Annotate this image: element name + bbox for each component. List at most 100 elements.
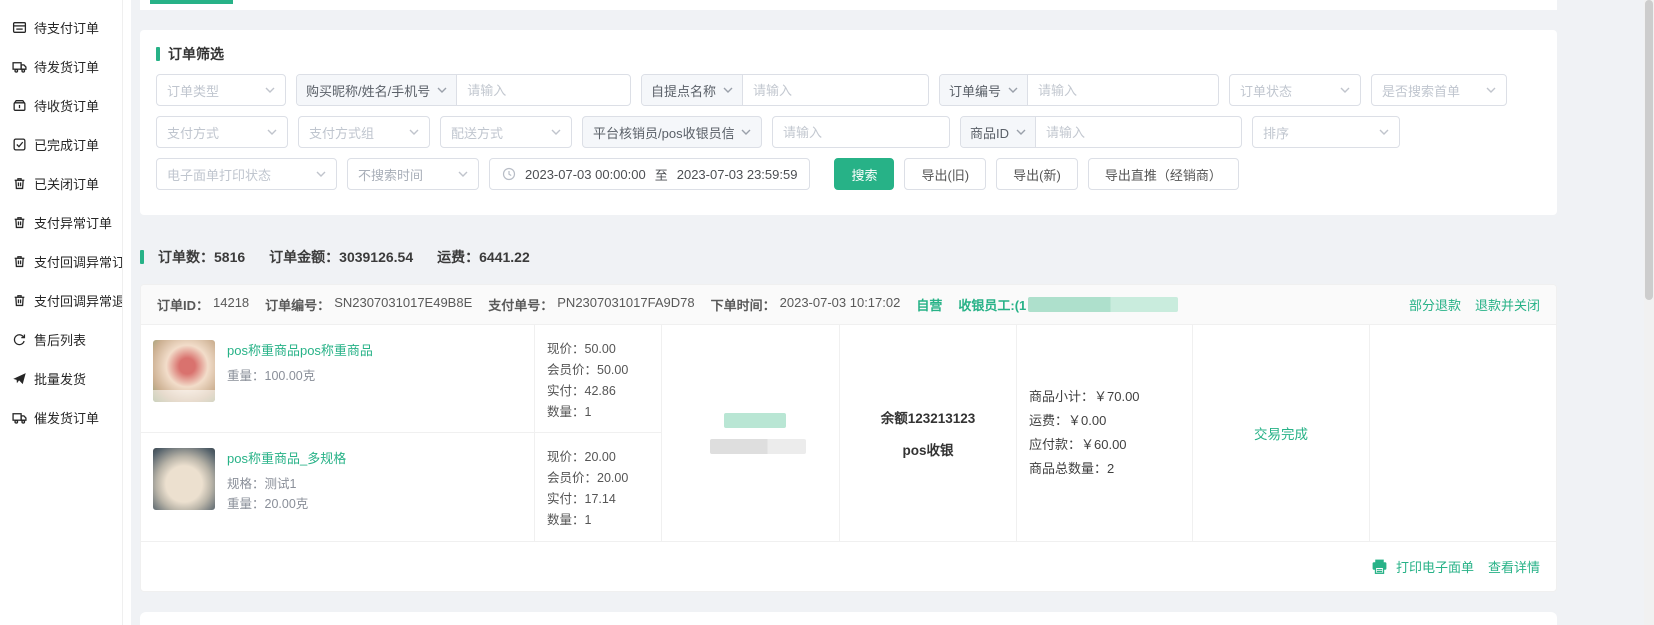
sidebar-item-completed[interactable]: 已完成订单 [0,125,122,164]
order-id: 订单ID： 14218 [157,295,249,314]
pickup-field-select[interactable]: 自提点名称 [642,75,743,105]
price-quantity: 数量：1 [547,510,661,531]
no-search-time-label: 不搜索时间 [358,165,423,184]
chevron-down-icon [437,87,447,93]
pickup-search-input[interactable] [743,75,928,105]
sidebar-item-urge-delivery[interactable]: 催发货订单 [0,398,122,437]
trash-icon [12,176,27,191]
no-search-time-select[interactable]: 不搜索时间 [347,158,479,190]
sidebar-item-label: 已完成订单 [34,135,99,154]
payment-method: 余额123213123 [881,407,976,427]
pay-method-group-select[interactable]: 支付方式组 [298,116,430,148]
product-name-link[interactable]: pos称重商品_多规格 [227,448,346,467]
order-actions-cell [1369,325,1556,541]
order-type-select[interactable]: 订单类型 [156,74,286,106]
refund-and-close-link[interactable]: 退款并关闭 [1475,295,1540,314]
section-accent-bar [140,250,144,264]
export-direct-button[interactable]: 导出直推（经销商） [1088,158,1239,190]
view-detail-link[interactable]: 查看详情 [1488,557,1540,576]
product-image [153,448,215,510]
stat-freight: 运费：6441.22 [437,247,530,267]
order-no-search-input[interactable] [1028,75,1218,105]
self-operated-tag: 自营 [916,295,942,314]
date-start-value: 2023-07-03 00:00:00 [525,167,646,182]
product-spec: 规格：测试1 [227,474,346,494]
filter-row-2: 支付方式 支付方式组 配送方式 平台核销员/pos收银员信 商品ID 排序 [156,116,1541,148]
first-order-select[interactable]: 是否搜索首单 [1371,74,1507,106]
totals-cell: 商品小计：￥70.00 运费：￥0.00 应付款：￥60.00 商品总数量：2 [1016,325,1192,541]
sidebar-item-pending-payment[interactable]: 待支付订单 [0,8,122,47]
buyer-search-input[interactable] [457,75,630,105]
active-tab-indicator [150,0,233,4]
sidebar-item-label: 支付回调异常退款 [34,291,122,310]
chevron-down-icon [551,129,561,135]
eorder-print-status-placeholder: 电子面单打印状态 [167,165,271,184]
date-end-value: 2023-07-03 23:59:59 [677,167,798,182]
pay-method-select[interactable]: 支付方式 [156,116,288,148]
filter-row-3: 电子面单打印状态 不搜索时间 2023-07-03 00:00:00 至 202… [156,158,1541,190]
goods-total-quantity: 商品总数量：2 [1029,457,1192,481]
buyer-field-select[interactable]: 购买昵称/姓名/手机号 [297,75,457,105]
masked-buyer-name [724,413,786,428]
sidebar-scrollbar[interactable] [122,0,131,625]
sidebar-item-callback-abnormal-refund[interactable]: 支付回调异常退款 [0,281,122,320]
sidebar-item-callback-abnormal-order[interactable]: 支付回调异常订单 [0,242,122,281]
trash-icon [12,293,27,308]
printer-icon [1371,558,1388,575]
product-weight: 重量：20.00克 [227,494,346,514]
sidebar-item-payment-abnormal[interactable]: 支付异常订单 [0,203,122,242]
order-header-actions: 部分退款 退款并关闭 [1409,295,1540,314]
order-no-field-select[interactable]: 订单编号 [940,75,1028,105]
goods-id-field-select[interactable]: 商品ID [961,117,1036,147]
price-current: 现价：20.00 [547,447,661,468]
sidebar-item-label: 催发货订单 [34,408,99,427]
sidebar-item-aftersale-list[interactable]: 售后列表 [0,320,122,359]
amount-payable: 应付款：￥60.00 [1029,433,1192,457]
pos-cashier-input[interactable] [773,117,949,147]
search-button[interactable]: 搜索 [834,158,894,190]
sidebar-item-label: 待发货订单 [34,57,99,76]
buyer-cell [661,325,839,541]
export-new-button[interactable]: 导出(新) [996,158,1078,190]
product-row: pos称重商品pos称重商品 重量：100.00克 [141,325,534,433]
aftersale-refresh-icon [12,332,27,347]
freight-total: 运费：￥0.00 [1029,409,1192,433]
pickup-search-group: 自提点名称 [641,74,929,106]
sidebar-item-pending-delivery[interactable]: 待发货订单 [0,47,122,86]
chevron-down-icon [316,171,326,177]
date-separator: 至 [655,165,668,184]
product-name-link[interactable]: pos称重商品pos称重商品 [227,340,373,359]
sort-select[interactable]: 排序 [1252,116,1400,148]
sidebar-item-batch-delivery[interactable]: 批量发货 [0,359,122,398]
partial-refund-link[interactable]: 部分退款 [1409,295,1461,314]
chevron-down-icon [723,87,733,93]
export-old-button[interactable]: 导出(旧) [904,158,986,190]
goods-id-search-input[interactable] [1036,117,1241,147]
sidebar-item-label: 待支付订单 [34,18,99,37]
product-price-block: 现价：20.00 会员价：20.00 实付：17.14 数量：1 [534,433,661,541]
sidebar-item-pending-receipt[interactable]: 待收货订单 [0,86,122,125]
sidebar: 待支付订单 待发货订单 待收货订单 已完成订单 已关闭订单 支付异常订单 支付回… [0,0,122,625]
pickup-field-label: 自提点名称 [651,81,716,100]
chevron-down-icon [741,129,751,135]
stat-order-count: 订单数：5816 [158,247,245,267]
date-range-picker[interactable]: 2023-07-03 00:00:00 至 2023-07-03 23:59:5… [489,158,810,190]
sidebar-item-label: 支付异常订单 [34,213,112,232]
trash-icon [12,254,27,269]
tab-bar-bottom [140,0,1557,10]
chevron-down-icon [458,171,468,177]
pos-cashier-select[interactable]: 平台核销员/pos收银员信 [582,116,762,148]
masked-buyer-phone [710,439,806,454]
print-eorder-link[interactable]: 打印电子面单 [1371,557,1474,576]
order-status-select[interactable]: 订单状态 [1229,74,1361,106]
eorder-print-status-select[interactable]: 电子面单打印状态 [156,158,337,190]
delivery-method-select[interactable]: 配送方式 [440,116,572,148]
page-scrollbar-thumb[interactable] [1645,0,1653,300]
buyer-field-label: 购买昵称/姓名/手机号 [306,81,430,100]
price-paid: 实付：17.14 [547,489,661,510]
truck-icon [12,59,27,74]
page-scrollbar [1644,0,1654,625]
package-icon [12,98,27,113]
price-paid: 实付：42.86 [547,381,661,402]
sidebar-item-closed[interactable]: 已关闭订单 [0,164,122,203]
